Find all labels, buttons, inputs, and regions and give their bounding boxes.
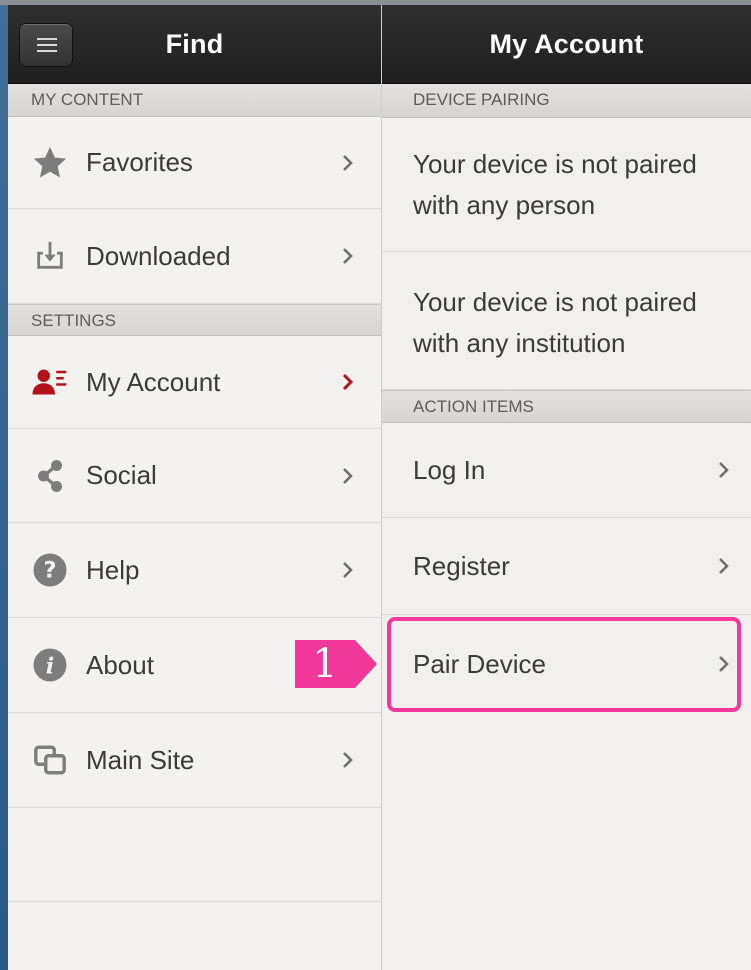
nav-item-label: Favorites [86,147,193,177]
chevron-right-icon [719,462,729,478]
chevron-right-icon [719,656,729,672]
help-icon: ? [30,550,70,590]
nav-item-main-site[interactable]: Main Site [8,713,381,808]
chevron-right-icon [342,373,354,391]
chevron-right-icon [343,154,353,171]
menu-button[interactable] [19,23,73,67]
step-number: 1 [295,640,355,688]
svg-text:?: ? [43,558,56,584]
log-in-label: Log In [413,454,486,485]
account-icon [30,362,70,402]
institution-pairing-text: Your device is not paired with any insti… [413,286,697,358]
person-pairing-text: Your device is not paired with any perso… [413,148,697,220]
svg-text:i: i [46,653,55,679]
nav-item-label: About [86,649,154,680]
chevron-right-icon [343,467,353,484]
nav-item-label: Social [86,460,157,490]
account-header-title: My Account [489,29,644,59]
section-device-pairing: DEVICE PAIRING [382,84,751,118]
download-icon [30,236,70,276]
app-frame: Find MY CONTENT Favorites Downloaded SET… [8,5,751,970]
nav-item-favorites[interactable]: Favorites [8,117,381,209]
register-label: Register [413,550,510,581]
institution-pairing-status: Your device is not paired with any insti… [382,252,751,390]
nav-item-help[interactable]: ? Help [8,523,381,618]
navigation-panel: Find MY CONTENT Favorites Downloaded SET… [8,5,381,970]
chevron-right-icon [343,752,353,768]
account-header: My Account [382,5,751,84]
section-settings: SETTINGS [8,304,381,336]
nav-item-downloaded[interactable]: Downloaded [8,209,381,304]
my-account-panel: My Account DEVICE PAIRING Your device is… [382,5,751,970]
pair-device-label: Pair Device [413,648,546,679]
nav-item-label: Downloaded [86,240,231,271]
log-in-item[interactable]: Log In [382,423,751,518]
step-badge: 1 [295,640,377,688]
register-item[interactable]: Register [382,518,751,615]
person-pairing-status: Your device is not paired with any perso… [382,118,751,252]
info-icon: i [30,645,70,685]
chevron-right-icon [343,248,353,264]
step-arrow [355,640,377,688]
section-my-content: MY CONTENT [8,84,381,117]
chevron-right-icon [343,562,353,578]
share-icon [30,456,70,496]
nav-empty-row [8,808,381,902]
nav-item-label: Main Site [86,744,195,775]
nav-item-label: Help [86,554,140,585]
external-site-icon [30,740,70,780]
nav-header: Find [8,5,381,84]
nav-item-social[interactable]: Social [8,429,381,523]
nav-item-label: My Account [86,366,221,397]
pair-device-item[interactable]: Pair Device [382,615,751,713]
chevron-right-icon [719,558,729,574]
nav-item-my-account[interactable]: My Account [8,336,381,429]
section-action-items: ACTION ITEMS [382,390,751,423]
star-icon [30,143,70,183]
